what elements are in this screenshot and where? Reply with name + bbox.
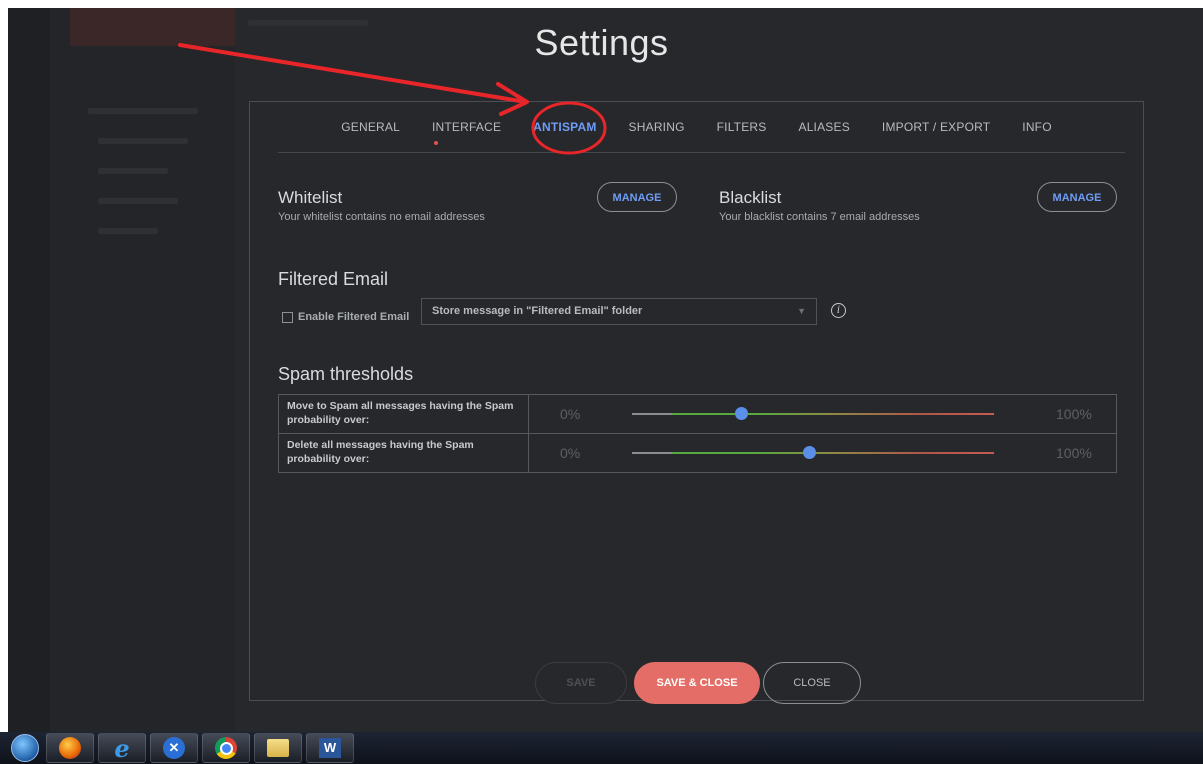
threshold-row-move-to-spam: Move to Spam all messages having the Spa… bbox=[279, 395, 1116, 433]
filtered-email-title: Filtered Email bbox=[278, 269, 389, 289]
whitelist-title: Whitelist bbox=[278, 188, 343, 207]
background-sidebar bbox=[8, 8, 50, 732]
blacklist-title: Blacklist bbox=[719, 188, 782, 207]
threshold-slider-handle[interactable] bbox=[803, 446, 817, 459]
tab-antispam[interactable]: ANTISPAM bbox=[517, 120, 612, 134]
threshold-max-label: 100% bbox=[1056, 445, 1092, 461]
taskbar-firefox[interactable] bbox=[46, 733, 94, 763]
enable-filtered-email-label: Enable Filtered Email bbox=[298, 311, 410, 323]
taskbar-word[interactable]: W bbox=[306, 733, 354, 763]
taskbar-chrome[interactable] bbox=[202, 733, 250, 763]
tab-import-export[interactable]: IMPORT / EXPORT bbox=[866, 120, 1006, 134]
background-line bbox=[98, 198, 178, 204]
tabs-divider bbox=[278, 152, 1125, 153]
tab-filters[interactable]: FILTERS bbox=[701, 120, 783, 134]
blacklist-section: Blacklist Your blacklist contains 7 emai… bbox=[719, 188, 920, 223]
enable-filtered-email-row[interactable]: Enable Filtered Email bbox=[282, 305, 409, 329]
threshold-max-label: 100% bbox=[1056, 406, 1092, 422]
save-button[interactable]: SAVE bbox=[535, 662, 627, 704]
save-and-close-button[interactable]: SAVE & CLOSE bbox=[634, 662, 760, 704]
background-line bbox=[98, 228, 158, 234]
tab-interface[interactable]: INTERFACE bbox=[416, 120, 517, 134]
blacklist-description: Your blacklist contains 7 email addresse… bbox=[719, 211, 920, 223]
tab-sharing[interactable]: SHARING bbox=[613, 120, 701, 134]
windows-taskbar: e ✕ W bbox=[0, 732, 1203, 764]
enable-filtered-email-checkbox[interactable] bbox=[282, 311, 293, 323]
threshold-slider-track[interactable] bbox=[632, 413, 994, 415]
taskbar-xmarks[interactable]: ✕ bbox=[150, 733, 198, 763]
taskbar-file-explorer[interactable] bbox=[254, 733, 302, 763]
background-line bbox=[98, 138, 188, 144]
info-icon[interactable]: i bbox=[831, 303, 846, 318]
filtered-email-action-select[interactable]: Store message in "Filtered Email" folder… bbox=[421, 298, 817, 325]
threshold-slider-handle[interactable] bbox=[734, 407, 748, 420]
taskbar-internet-explorer[interactable]: e bbox=[98, 733, 146, 763]
background-line bbox=[98, 168, 168, 174]
close-button[interactable]: CLOSE bbox=[763, 662, 861, 704]
tab-info[interactable]: INFO bbox=[1006, 120, 1067, 134]
whitelist-section: Whitelist Your whitelist contains no ema… bbox=[278, 188, 485, 223]
threshold-label: Move to Spam all messages having the Spa… bbox=[279, 395, 529, 433]
threshold-min-label: 0% bbox=[560, 406, 581, 422]
windows-start-button[interactable] bbox=[8, 733, 42, 763]
background-line bbox=[88, 108, 198, 114]
internet-explorer-icon: e bbox=[114, 733, 130, 763]
settings-dialog: GENERAL INTERFACE ANTISPAM SHARING FILTE… bbox=[249, 101, 1144, 704]
tab-aliases[interactable]: ALIASES bbox=[782, 120, 865, 134]
threshold-min-label: 0% bbox=[560, 445, 581, 461]
settings-title: Settings bbox=[534, 22, 669, 63]
chevron-down-icon: ▼ bbox=[797, 306, 806, 316]
threshold-row-delete: Delete all messages having the Spam prob… bbox=[279, 433, 1116, 472]
tab-general[interactable]: GENERAL bbox=[325, 120, 416, 134]
xmarks-icon: ✕ bbox=[163, 737, 185, 759]
windows-start-icon bbox=[11, 734, 39, 762]
spam-thresholds-table: Move to Spam all messages having the Spa… bbox=[278, 394, 1117, 473]
whitelist-manage-button[interactable]: MANAGE bbox=[597, 182, 677, 212]
spam-thresholds-title: Spam thresholds bbox=[278, 364, 414, 384]
chrome-icon bbox=[215, 737, 237, 759]
whitelist-description: Your whitelist contains no email address… bbox=[278, 211, 485, 223]
firefox-icon bbox=[59, 737, 81, 759]
blacklist-manage-button[interactable]: MANAGE bbox=[1037, 182, 1117, 212]
file-explorer-icon bbox=[267, 739, 289, 757]
mouse-cursor-dot bbox=[434, 141, 438, 145]
threshold-label: Delete all messages having the Spam prob… bbox=[279, 434, 529, 472]
background-folder-pane bbox=[50, 8, 235, 732]
settings-tabs: GENERAL INTERFACE ANTISPAM SHARING FILTE… bbox=[250, 102, 1143, 152]
word-icon: W bbox=[319, 738, 341, 758]
filtered-email-select-value: Store message in "Filtered Email" folder bbox=[432, 305, 643, 317]
